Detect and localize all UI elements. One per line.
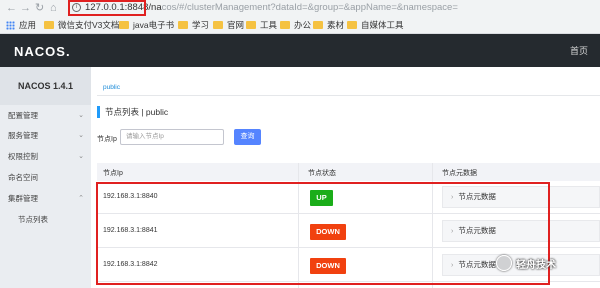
bookmark-folder[interactable]: 工具 — [246, 19, 277, 31]
chevron-up-icon: ⌃ — [78, 195, 84, 202]
bookmarks-bar: 应用 微信支付V3文档 java电子书 学习 官网 工具 办公 素材 自媒体工具 — [0, 16, 600, 34]
sidebar-item-cluster[interactable]: 集群管理 ⌃ — [8, 192, 86, 206]
column-header: 节点元数据 — [442, 170, 477, 177]
bookmark-folder[interactable]: 素材 — [313, 19, 344, 31]
chevron-down-icon: ⌄ — [78, 153, 84, 160]
query-button[interactable]: 查询 — [234, 129, 261, 145]
watermark: 轻舟技术 — [496, 253, 556, 273]
folder-icon — [246, 21, 256, 29]
forward-icon[interactable]: → — [20, 1, 31, 15]
app-header: NACOS. 首页 — [0, 34, 600, 67]
filter-label: 节点Ip — [97, 136, 117, 143]
sidebar: NACOS 1.4.1 配置管理 ⌄ 服务管理 ⌄ 权限控制 ⌄ 命名空间 集群管理 ⌃… — [0, 67, 91, 288]
chevron-down-icon: ⌄ — [78, 132, 84, 139]
bookmark-folder[interactable]: 官网 — [213, 19, 244, 31]
chevron-down-icon: ⌄ — [78, 112, 84, 119]
bookmark-folder[interactable]: 微信支付V3文档 — [44, 19, 119, 31]
folder-icon — [213, 21, 223, 29]
namespace-bar: public — [97, 81, 600, 96]
column-header: 节点Ip — [103, 170, 123, 177]
folder-icon — [347, 21, 357, 29]
version-label: NACOS 1.4.1 — [0, 67, 91, 105]
bookmark-folder[interactable]: 学习 — [178, 19, 209, 31]
apps-grid-icon — [6, 20, 15, 30]
home-icon[interactable]: ⌂ — [50, 1, 57, 15]
bookmark-folder[interactable]: 办公 — [280, 19, 311, 31]
url-path: cos/#/clusterManagement?dataId=&group=&a… — [161, 2, 458, 13]
folder-icon — [119, 21, 129, 29]
node-ip-input[interactable]: 请输入节点Ip — [120, 129, 224, 145]
folder-icon — [313, 21, 323, 29]
browser-toolbar: ← → ↻ ⌂ i 127.0.0.1:8848/nacos/#/cluster… — [0, 0, 600, 16]
bookmark-folder[interactable]: 自媒体工具 — [347, 19, 404, 31]
folder-icon — [178, 21, 188, 29]
wechat-logo-icon — [496, 255, 512, 271]
folder-icon — [44, 21, 54, 29]
reload-icon[interactable]: ↻ — [35, 1, 44, 15]
back-icon[interactable]: ← — [6, 1, 17, 15]
folder-icon — [280, 21, 290, 29]
table-highlight-box — [96, 182, 550, 285]
namespace-link[interactable]: public — [103, 84, 120, 91]
sidebar-item-auth[interactable]: 权限控制 ⌄ — [8, 150, 86, 164]
bookmark-apps[interactable]: 应用 — [6, 19, 36, 31]
sidebar-item-namespace[interactable]: 命名空间 — [8, 171, 86, 185]
sidebar-item-service[interactable]: 服务管理 ⌄ — [8, 129, 86, 143]
sidebar-item-config[interactable]: 配置管理 ⌄ — [8, 109, 86, 123]
url-highlight-box — [68, 0, 146, 16]
table-header: 节点Ip 节点状态 节点元数据 — [97, 163, 600, 181]
sidebar-item-node-list[interactable]: 节点列表 — [18, 213, 96, 227]
home-link[interactable]: 首页 — [570, 44, 588, 57]
nacos-logo[interactable]: NACOS. — [14, 44, 71, 59]
bookmark-folder[interactable]: java电子书 — [119, 19, 174, 31]
page-title: 节点列表 | public — [97, 106, 168, 118]
column-header: 节点状态 — [308, 170, 336, 177]
